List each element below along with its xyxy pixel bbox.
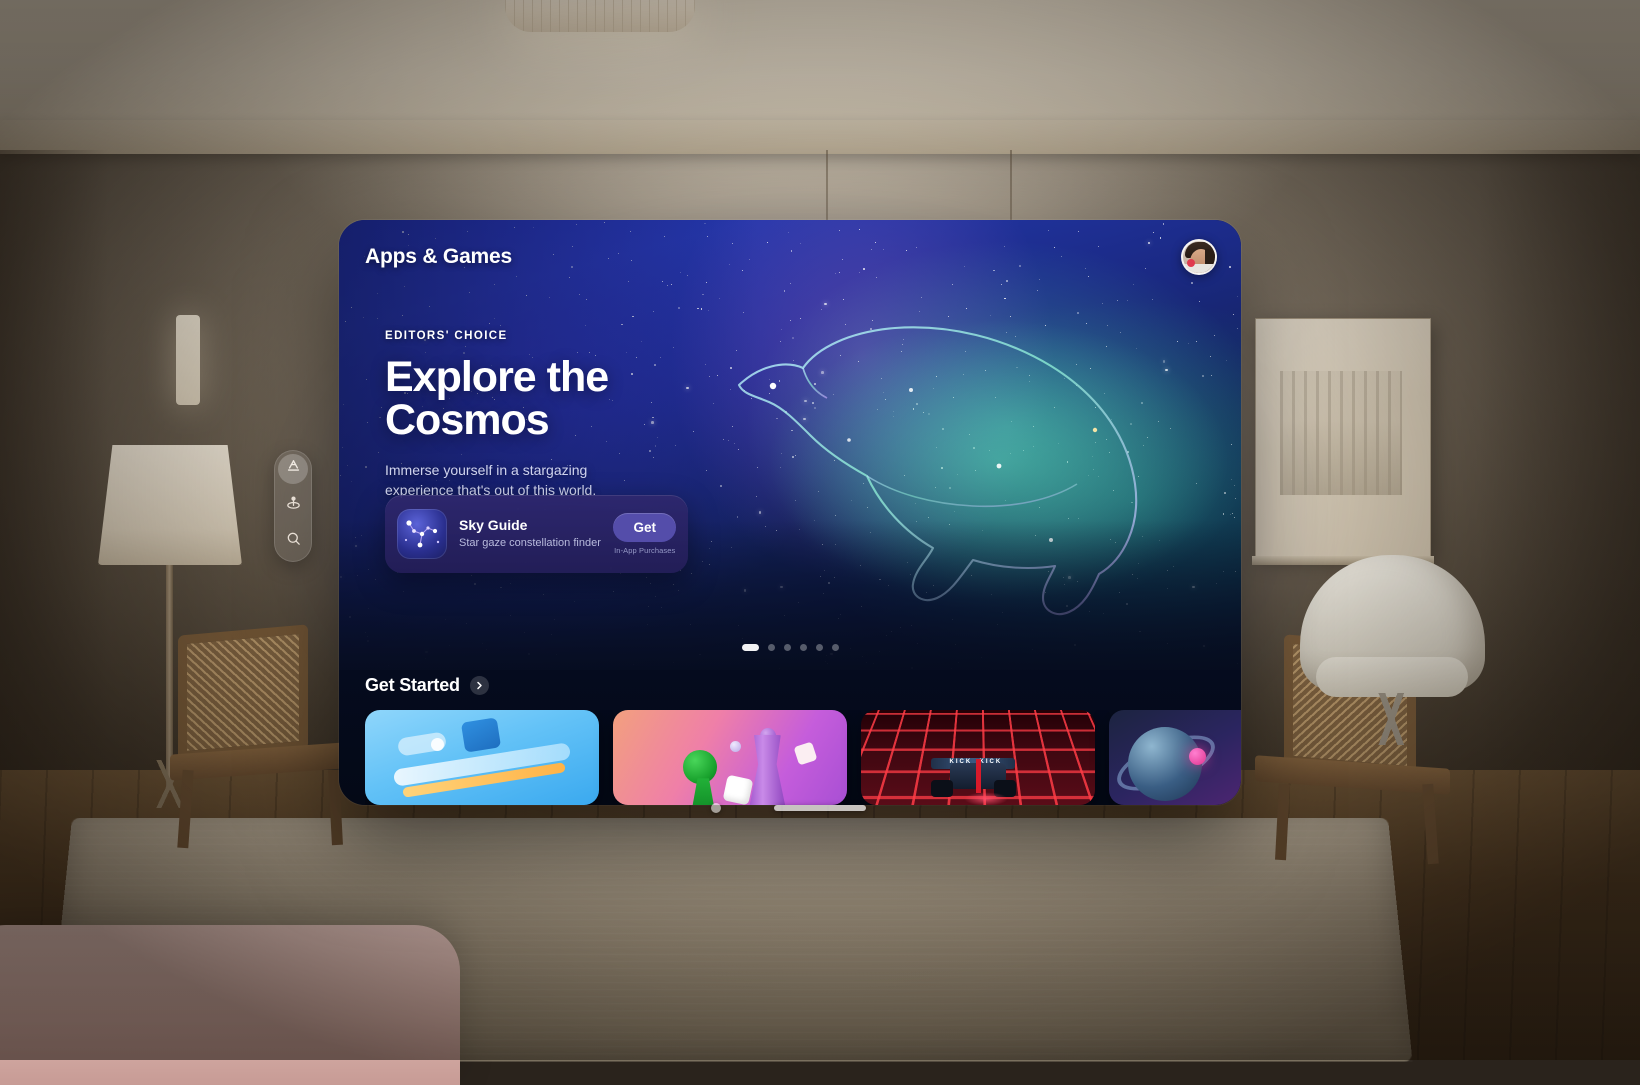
window-topbar: Apps & Games: [339, 220, 1241, 294]
sofa: [0, 925, 460, 1085]
pagination-dot[interactable]: [784, 644, 791, 651]
wall-artwork: [1255, 318, 1431, 558]
ceiling-lamp: [505, 0, 695, 32]
hero-headline-line2: Cosmos: [385, 399, 805, 442]
section-title: Get Started: [365, 675, 460, 696]
in-app-purchases-note: In-App Purchases: [613, 546, 676, 555]
avatar[interactable]: [1181, 239, 1217, 275]
get-started-card[interactable]: [1109, 710, 1241, 805]
pagination-dot[interactable]: [832, 644, 839, 651]
wall-right: [1460, 150, 1640, 790]
get-started-card-row[interactable]: KICK KICK: [365, 710, 1241, 805]
featured-app-meta: Sky Guide Star gaze constellation finder: [459, 517, 601, 551]
pagination-dot[interactable]: [742, 644, 759, 651]
pagination-dot[interactable]: [768, 644, 775, 651]
get-button[interactable]: Get: [613, 513, 676, 542]
arcade-joystick-icon: [285, 494, 302, 516]
toolbar-item-search[interactable]: [278, 526, 308, 556]
search-icon: [285, 530, 302, 552]
floor-lamp-shade: [98, 445, 242, 565]
featured-app-action: Get In-App Purchases: [613, 513, 676, 555]
window-close-dot[interactable]: [711, 803, 721, 813]
hero-headline: Explore the Cosmos: [385, 356, 805, 442]
pagination-dot[interactable]: [816, 644, 823, 651]
page-title: Apps & Games: [365, 245, 512, 269]
hero-eyebrow: EDITORS' CHOICE: [385, 330, 805, 342]
hero-headline-line1: Explore the: [385, 353, 608, 401]
window-resize-handle[interactable]: [774, 805, 866, 811]
hero-content: EDITORS' CHOICE Explore the Cosmos Immer…: [385, 330, 805, 501]
section-header[interactable]: Get Started: [365, 675, 489, 696]
pagination-dot[interactable]: [800, 644, 807, 651]
featured-app-name: Sky Guide: [459, 517, 601, 534]
app-store-icon: [285, 458, 302, 480]
wall-left: [0, 150, 120, 790]
featured-app-card[interactable]: Sky Guide Star gaze constellation finder…: [385, 495, 688, 573]
ceiling-beam: [0, 120, 1640, 154]
get-started-card[interactable]: [365, 710, 599, 805]
app-toolbar[interactable]: [274, 450, 312, 562]
toolbar-item-arcade[interactable]: [278, 490, 308, 520]
get-started-card[interactable]: [613, 710, 847, 805]
get-started-card[interactable]: KICK KICK: [861, 710, 1095, 805]
constellation-icon: [397, 509, 447, 559]
toolbar-item-apps[interactable]: [278, 454, 308, 484]
hero-pagination[interactable]: [339, 644, 1241, 651]
app-window[interactable]: Apps & Games EDITORS' CHOICE Explore the…: [339, 220, 1241, 805]
chevron-right-icon[interactable]: [470, 676, 489, 695]
wall-sconce: [176, 315, 200, 405]
armchair: [1300, 555, 1485, 745]
featured-app-subtitle: Star gaze constellation finder: [459, 536, 601, 551]
